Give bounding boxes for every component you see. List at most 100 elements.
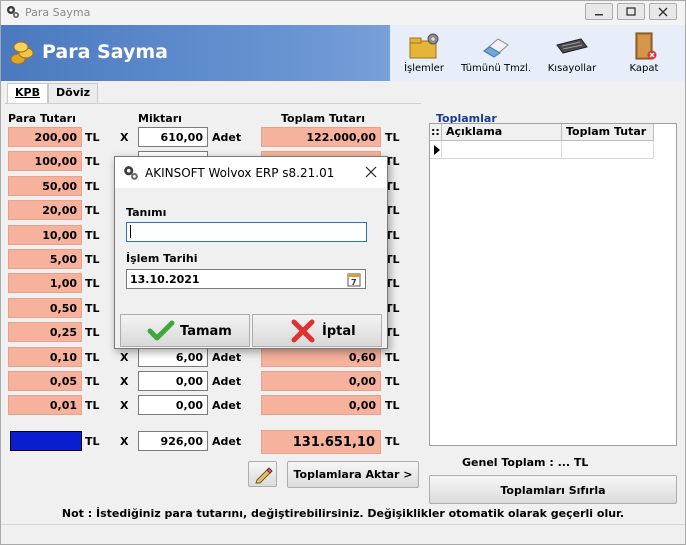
currency-label: TL <box>85 302 100 315</box>
cancel-button-label: İptal <box>322 324 356 339</box>
grid-header-total: Toplam Tutar <box>562 124 654 141</box>
toolbar-shortcuts-button[interactable]: Kısayollar <box>542 25 602 81</box>
row-pointer-icon <box>434 145 440 155</box>
dialog-close-button[interactable] <box>361 163 381 181</box>
currency-label: TL <box>85 351 100 364</box>
currency-label: TL <box>85 326 100 339</box>
pencil-icon <box>255 467 273 484</box>
denomination-cell: 0,25 <box>8 322 82 342</box>
reset-totals-button[interactable]: Toplamları Sıfırla <box>429 475 677 504</box>
summary-total: 131.651,10 <box>261 430 381 454</box>
denomination-cell: 5,00 <box>8 249 82 269</box>
summary-quantity: 926,00 <box>138 431 208 451</box>
dialog-title-bar: AKINSOFT Wolvox ERP s8.21.01 <box>115 157 387 188</box>
summary-unit: Adet <box>212 435 242 448</box>
row-total-cell: 0,00 <box>261 371 381 391</box>
times-label: X <box>120 351 129 364</box>
close-button[interactable] <box>649 3 677 20</box>
app-icon <box>7 6 19 18</box>
row-total-cell: 0,00 <box>261 395 381 415</box>
column-header-amount: Para Tutarı <box>8 112 76 125</box>
currency-label: TL <box>85 253 100 266</box>
quantity-input[interactable]: 6,00 <box>138 347 208 367</box>
footer-note: Not : İstediğiniz para tutarını, değişti… <box>61 507 625 520</box>
checkmark-icon <box>147 320 175 341</box>
denomination-cell: 0,01 <box>8 395 82 415</box>
toolbar-label: Kapat <box>629 63 659 74</box>
transfer-to-totals-button[interactable]: Toplamlara Aktar > <box>287 461 419 488</box>
header-banner: Para Sayma İşlemler Tümünü Tmzl. Kısayol… <box>1 25 685 81</box>
grid-corner: :: <box>430 124 442 141</box>
date-input[interactable]: 13.10.2021 7 <box>126 269 366 289</box>
ok-button[interactable]: Tamam <box>120 314 250 347</box>
summary-currency: TL <box>85 435 100 448</box>
times-label: X <box>120 375 129 388</box>
currency-label: TL <box>85 399 100 412</box>
keyboard-icon <box>556 38 588 54</box>
ok-button-label: Tamam <box>180 324 232 339</box>
grid-cell-total[interactable] <box>562 141 654 159</box>
quantity-input[interactable]: 610,00 <box>138 127 208 147</box>
minimize-button[interactable] <box>585 3 613 20</box>
tab-doviz[interactable]: Döviz <box>48 83 99 103</box>
grid-row-indicator <box>430 141 442 159</box>
maximize-button[interactable] <box>617 3 645 20</box>
currency-label: TL <box>85 155 100 168</box>
folder-gear-icon <box>409 33 439 59</box>
cross-icon <box>291 319 315 343</box>
toolbar-islemler-button[interactable]: İşlemler <box>398 25 450 81</box>
tab-kpb[interactable]: KPB <box>7 83 48 104</box>
cancel-button[interactable]: İptal <box>252 314 382 347</box>
currency-label: TL <box>85 204 100 217</box>
toolbar-close-button[interactable]: Kapat <box>618 25 670 81</box>
currency-label: TL <box>85 375 100 388</box>
grand-total-label: Genel Toplam : ... TL <box>462 456 589 469</box>
new-record-dialog: AKINSOFT Wolvox ERP s8.21.01 Tanımı İşle… <box>114 156 388 349</box>
exit-door-icon <box>635 32 657 60</box>
quantity-input[interactable]: 0,00 <box>138 395 208 415</box>
close-icon <box>658 7 668 17</box>
summary-times: X <box>120 435 129 448</box>
window-title: Para Sayma <box>25 6 91 19</box>
unit-label: Adet <box>212 375 242 388</box>
restore-icon <box>626 7 636 16</box>
currency-label: TL <box>85 229 100 242</box>
coins-icon <box>10 41 34 65</box>
toolbar-label: Kısayollar <box>547 63 597 74</box>
denomination-cell: 0,10 <box>8 347 82 367</box>
toolbar: İşlemler Tümünü Tmzl. Kısayollar Kapat <box>390 25 685 81</box>
denomination-cell: 200,00 <box>8 127 82 147</box>
toolbar-label: İşlemler <box>404 63 444 74</box>
close-icon <box>365 166 377 178</box>
page-title: Para Sayma <box>42 41 168 63</box>
row-total-cell: 0,60 <box>261 347 381 367</box>
total-currency-label: TL <box>385 375 400 388</box>
unit-label: Adet <box>212 131 242 144</box>
total-currency-label: TL <box>385 351 400 364</box>
total-currency-label: TL <box>385 131 400 144</box>
summary-label: Toplam <box>10 431 82 451</box>
total-currency-label: TL <box>385 399 400 412</box>
toolbar-clear-all-button[interactable]: Tümünü Tmzl. <box>460 25 532 81</box>
name-label: Tanımı <box>126 206 167 219</box>
denomination-cell: 1,00 <box>8 273 82 293</box>
totals-grid[interactable]: :: Açıklama Toplam Tutar <box>429 123 677 446</box>
denomination-cell: 0,05 <box>8 371 82 391</box>
denomination-cell: 20,00 <box>8 200 82 220</box>
title-bar: Para Sayma <box>1 1 685 25</box>
name-input[interactable] <box>126 222 367 242</box>
grid-header-description: Açıklama <box>442 124 562 141</box>
edit-button[interactable] <box>248 461 277 487</box>
times-label: X <box>120 131 129 144</box>
currency-label: TL <box>85 277 100 290</box>
date-label: İşlem Tarihi <box>126 252 198 265</box>
denomination-cell: 0,50 <box>8 298 82 318</box>
calendar-icon[interactable]: 7 <box>347 272 361 287</box>
quantity-input[interactable]: 0,00 <box>138 371 208 391</box>
grid-cell-description[interactable] <box>442 141 562 159</box>
denomination-cell: 100,00 <box>8 151 82 171</box>
svg-text:7: 7 <box>351 278 357 287</box>
times-label: X <box>120 399 129 412</box>
dialog-title: AKINSOFT Wolvox ERP s8.21.01 <box>145 166 335 180</box>
app-icon <box>124 166 138 180</box>
